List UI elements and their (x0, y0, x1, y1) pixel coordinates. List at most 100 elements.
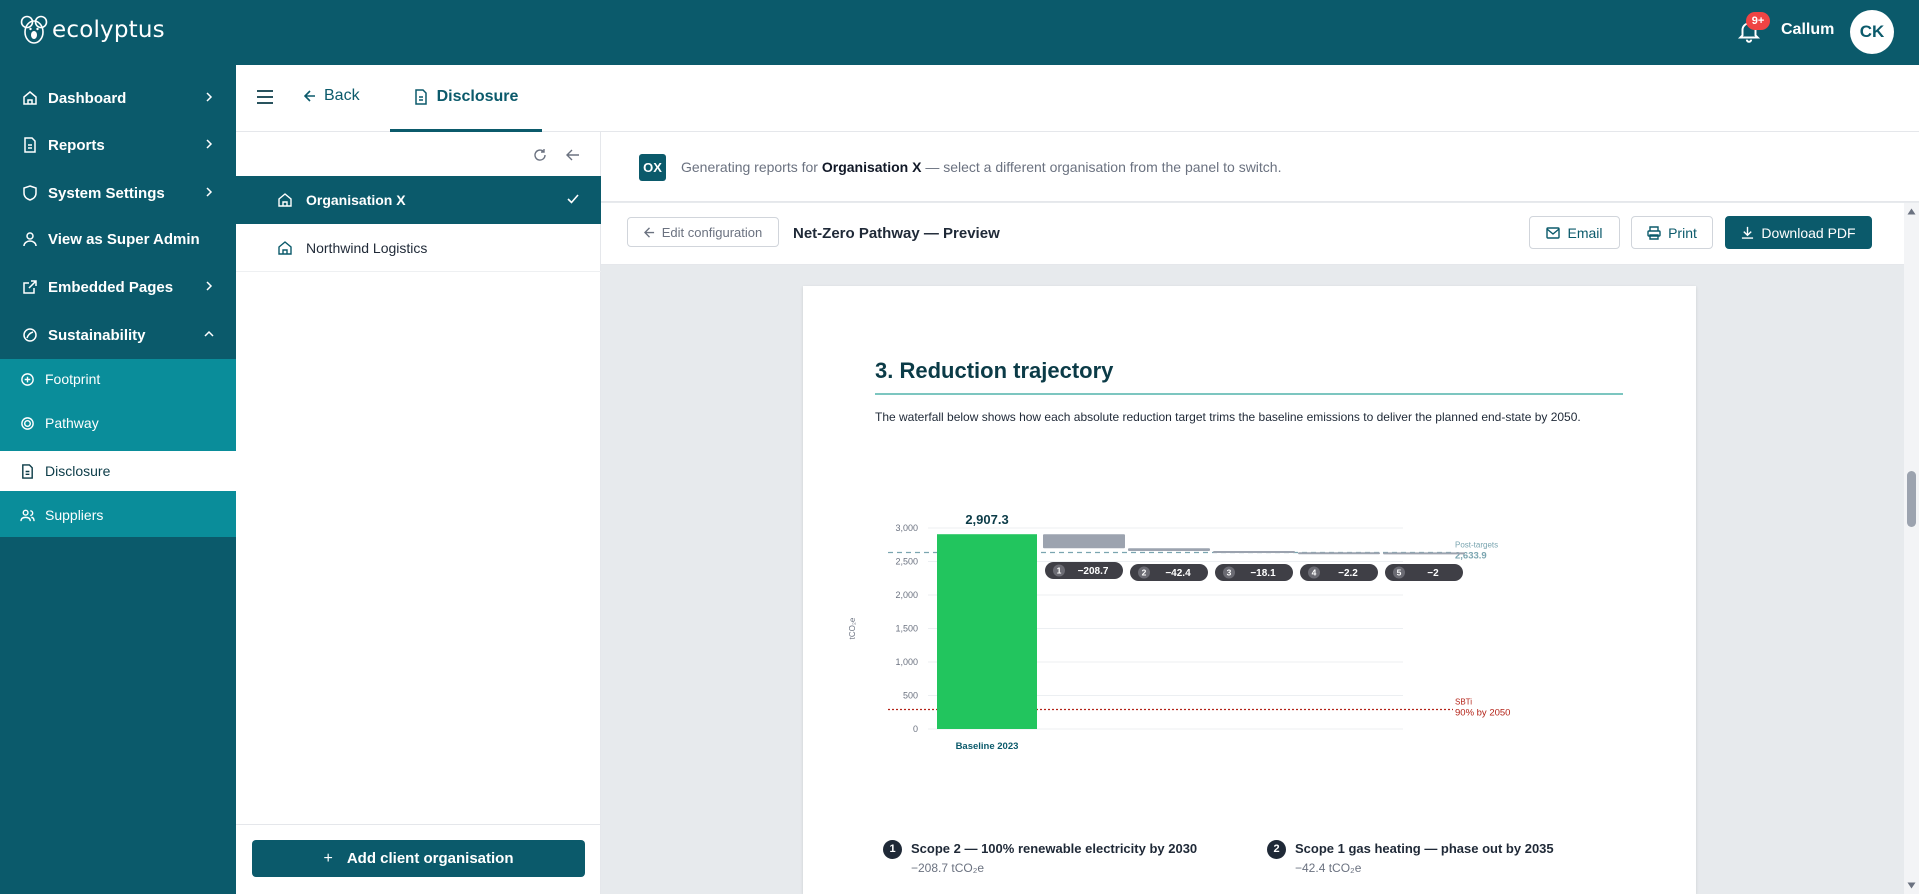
plus-icon: + (323, 849, 333, 867)
tab-disclosure[interactable]: Disclosure (390, 65, 542, 132)
add-client-organisation-button[interactable]: + Add client organisation (252, 840, 585, 877)
sidebar-item-disclosure[interactable]: Disclosure (0, 451, 236, 491)
sidebar-item-label: Pathway (45, 415, 99, 431)
file-icon (22, 463, 33, 479)
check-icon (567, 194, 579, 204)
y-tick-label: 0 (913, 724, 918, 734)
scroll-down-icon[interactable] (1907, 881, 1916, 890)
download-label: Download PDF (1761, 224, 1856, 241)
step-index-label: 1 (1057, 566, 1062, 576)
reference-line-value: 90% by 2050 (1455, 708, 1510, 719)
shield-icon (23, 185, 37, 201)
reference-line-label: SBTi (1455, 698, 1472, 707)
sidebar-item-footprint[interactable]: Footprint (0, 359, 236, 399)
main-area: OX Generating reports for Organisation X… (601, 132, 1919, 894)
tab-bar: Back Disclosure (236, 65, 1919, 132)
preview-toolbar: Edit configuration Net-Zero Pathway — Pr… (601, 203, 1919, 265)
target-reduction: −208.7 tCO₂e (911, 861, 985, 875)
target-label: Scope 1 gas heating — phase out by 2035 (1295, 841, 1554, 856)
organisation-badge: OX (639, 154, 666, 181)
sidebar-item-label: View as Super Admin (48, 230, 200, 248)
file-icon (24, 137, 36, 153)
avatar[interactable]: CK (1850, 10, 1894, 54)
y-tick-label: 2,000 (895, 590, 918, 600)
user-icon (23, 232, 37, 247)
chevron-right-icon (206, 139, 213, 149)
organisation-item[interactable]: Organisation X (236, 176, 601, 224)
edit-label: Edit configuration (661, 224, 763, 240)
target-number-badge: 2 (1267, 840, 1286, 859)
sidebar-item-pathway[interactable]: Pathway (0, 403, 236, 443)
y-tick-label: 2,500 (895, 557, 918, 567)
baseline-value-label: 2,907.3 (965, 512, 1008, 527)
download-icon (1742, 226, 1754, 239)
sidebar-item-system-settings[interactable]: System Settings (0, 171, 236, 215)
sidebar-item-dashboard[interactable]: Dashboard (0, 76, 236, 120)
step-value-label: −2 (1427, 568, 1439, 579)
waterfall-chart: 0 500 1,000 1,500 2,000 2,500 3,000 tCO₂e Post-t… (848, 512, 1510, 752)
sidebar-item-embedded-pages[interactable]: Embedded Pages (0, 265, 236, 309)
y-tick-label: 1,500 (895, 624, 918, 634)
step-value-label: −208.7 (1078, 566, 1109, 577)
sidebar-item-label: System Settings (48, 184, 165, 202)
step-index-label: 3 (1227, 568, 1232, 578)
sidebar-item-reports[interactable]: Reports (0, 123, 236, 167)
back-tab[interactable]: Back (304, 87, 360, 105)
x-tick-label: Baseline 2023 (956, 741, 1019, 752)
organisation-name: Organisation X (306, 192, 406, 208)
refresh-icon[interactable] (533, 148, 547, 162)
download-pdf-button[interactable]: Download PDF (1725, 216, 1872, 249)
report-page: 3. Reduction trajectory The waterfall be… (803, 286, 1696, 894)
email-button[interactable]: Email (1529, 216, 1620, 249)
sidebar-item-suppliers[interactable]: Suppliers (0, 493, 236, 537)
step-index-label: 4 (1312, 568, 1317, 578)
sidebar-item-view-as-super-admin[interactable]: View as Super Admin (0, 217, 236, 261)
app-logo[interactable]: ecolyptus (20, 14, 165, 46)
users-icon (20, 509, 35, 521)
print-button[interactable]: Print (1631, 216, 1713, 249)
notice-org: Organisation X (821, 159, 922, 175)
scrollbar-thumb[interactable] (1907, 471, 1916, 527)
file-icon (414, 89, 427, 105)
notification-badge: 9+ (1746, 12, 1770, 30)
reference-line-label: Post-targets (1455, 541, 1498, 550)
edit-configuration-button[interactable]: Edit configuration (627, 217, 779, 247)
reference-line-value: 2,633.9 (1455, 551, 1487, 562)
scroll-up-icon[interactable] (1907, 207, 1916, 216)
add-button-label: Add client organisation (346, 850, 514, 867)
waterfall-step-bar (1043, 534, 1125, 549)
sidebar-item-label: Dashboard (48, 89, 127, 107)
sidebar-item-label: Footprint (45, 371, 101, 387)
sidebar-item-sustainability[interactable]: Sustainability (0, 313, 236, 357)
organisation-notice: OX Generating reports for Organisation X… (601, 132, 1919, 202)
arrow-left-icon (643, 226, 654, 238)
waterfall-step-bar (1128, 548, 1210, 552)
menu-icon[interactable] (256, 89, 274, 105)
sidebar-item-label: Suppliers (45, 507, 104, 523)
chevron-right-icon (206, 187, 213, 197)
logo-text: ecolyptus (52, 17, 165, 43)
external-link-icon (23, 280, 37, 294)
scrollbar[interactable] (1904, 203, 1919, 894)
printer-icon (1647, 225, 1661, 240)
waterfall-step-bar (1383, 552, 1465, 555)
arrow-left-icon (304, 90, 315, 102)
target-reduction: −42.4 tCO₂e (1295, 861, 1362, 875)
home-icon (23, 91, 37, 105)
top-bar: ecolyptus 9+ Callum CK (0, 0, 1919, 65)
y-tick-label: 500 (903, 691, 918, 701)
waterfall-step-bar (1298, 552, 1380, 555)
sidebar: Dashboard Reports System Settings View a… (0, 65, 236, 894)
tab-label: Disclosure (436, 88, 519, 105)
waterfall-step-bar (1213, 551, 1295, 554)
target-number-badge: 1 (883, 840, 902, 859)
building-icon (278, 193, 292, 207)
panel-toolbar (236, 132, 601, 176)
user-name[interactable]: Callum (1781, 21, 1834, 39)
chevron-up-icon (204, 330, 214, 337)
sidebar-item-label: Reports (48, 136, 105, 154)
koala-logo-icon (20, 15, 48, 44)
collapse-panel-icon[interactable] (566, 148, 580, 162)
organisation-item[interactable]: Northwind Logistics (236, 224, 601, 272)
document-title: Net-Zero Pathway — Preview (793, 225, 1000, 242)
